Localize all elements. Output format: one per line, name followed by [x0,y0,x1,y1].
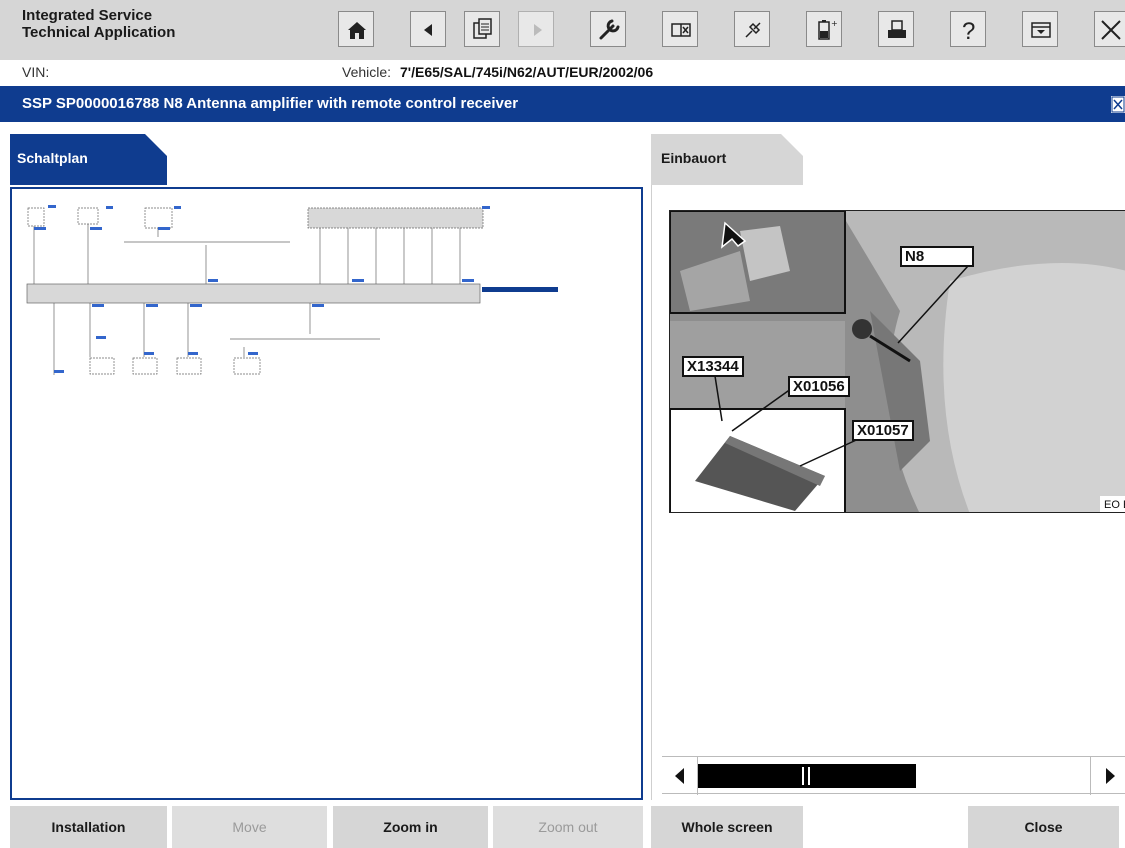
photo-corner-label: EO EO [1100,496,1125,512]
minimize-button[interactable] [1022,11,1058,47]
measurement-button[interactable] [734,11,770,47]
horizontal-scrollbar[interactable] [662,756,1125,795]
document-close-button[interactable] [1111,96,1125,113]
vin-label: VIN: [22,64,50,80]
battery-icon: + [818,19,838,40]
close-icon [1101,20,1121,40]
documents-icon [473,18,492,39]
scrollbar-thumb[interactable] [698,764,916,788]
connector-icon [745,22,761,38]
home-icon [348,22,366,39]
vehicle-info-button[interactable] [662,11,698,47]
installation-photo[interactable]: N8 X13344 X01056 X01057 EO EO [669,210,1125,513]
wiring-diagram-panel[interactable] [10,187,643,800]
footer-toolbar: Installation Move Zoom in Zoom out Whole… [0,800,1125,848]
tab-einbauort[interactable]: Einbauort [651,134,803,185]
wrench-icon [599,19,620,40]
arrow-right-icon [534,24,542,36]
svg-text:?: ? [962,18,975,45]
whole-screen-button[interactable]: Whole screen [651,806,803,848]
print-button[interactable] [878,11,914,47]
wiring-diagram [26,205,558,375]
zoom-out-button[interactable]: Zoom out [493,806,643,848]
exit-button[interactable] [1094,11,1125,47]
arrow-left-icon [675,768,684,784]
scroll-right-button[interactable] [1090,757,1125,795]
installation-location-panel: N8 X13344 X01056 X01057 EO EO [651,185,1125,800]
svg-text:+: + [831,19,838,28]
istaapp-window: Integrated Service Technical Application [0,0,1125,848]
document-title: SSP SP0000016788 N8 Antenna amplifier wi… [22,95,519,112]
vehicle-info-row: VIN: Vehicle: 7'/E65/SAL/745i/N62/AUT/EU… [0,60,1125,84]
info-panel-icon [671,23,691,37]
tab-schaltplan[interactable]: Schaltplan [10,134,167,185]
callout-x01057: X01057 [852,420,914,441]
app-title-line-1: Integrated Service [22,7,153,24]
document-header: SSP SP0000016788 N8 Antenna amplifier wi… [0,86,1125,122]
documents-button[interactable] [464,11,500,47]
home-button[interactable] [338,11,374,47]
battery-button[interactable]: + [806,11,842,47]
move-button[interactable]: Move [172,806,327,848]
forward-button[interactable] [518,11,554,47]
vehicle-label: Vehicle: [342,64,392,80]
tab-einbauort-label: Einbauort [661,150,727,166]
callout-x01056: X01056 [788,376,850,397]
close-button[interactable]: Close [968,806,1119,848]
close-icon [1111,96,1125,113]
vehicle-value: 7'/E65/SAL/745i/N62/AUT/EUR/2002/06 [400,64,654,80]
callout-x13344: X13344 [682,356,744,377]
help-button[interactable]: ? [950,11,986,47]
scrollbar-grip [802,767,810,785]
app-title: Integrated Service Technical Application [22,7,175,41]
app-title-line-2: Technical Application [22,24,176,41]
minimize-icon [1031,22,1051,38]
arrow-right-icon [1106,768,1115,784]
help-icon: ? [962,18,975,45]
title-bar: Integrated Service Technical Application [0,0,1125,60]
service-functions-button[interactable] [590,11,626,47]
back-button[interactable] [410,11,446,47]
zoom-in-button[interactable]: Zoom in [333,806,488,848]
tab-schaltplan-label: Schaltplan [17,150,88,166]
arrow-left-icon [424,24,432,36]
printer-icon [888,20,906,38]
callout-n8: N8 [900,246,974,267]
installation-button[interactable]: Installation [10,806,167,848]
scroll-left-button[interactable] [662,757,698,795]
